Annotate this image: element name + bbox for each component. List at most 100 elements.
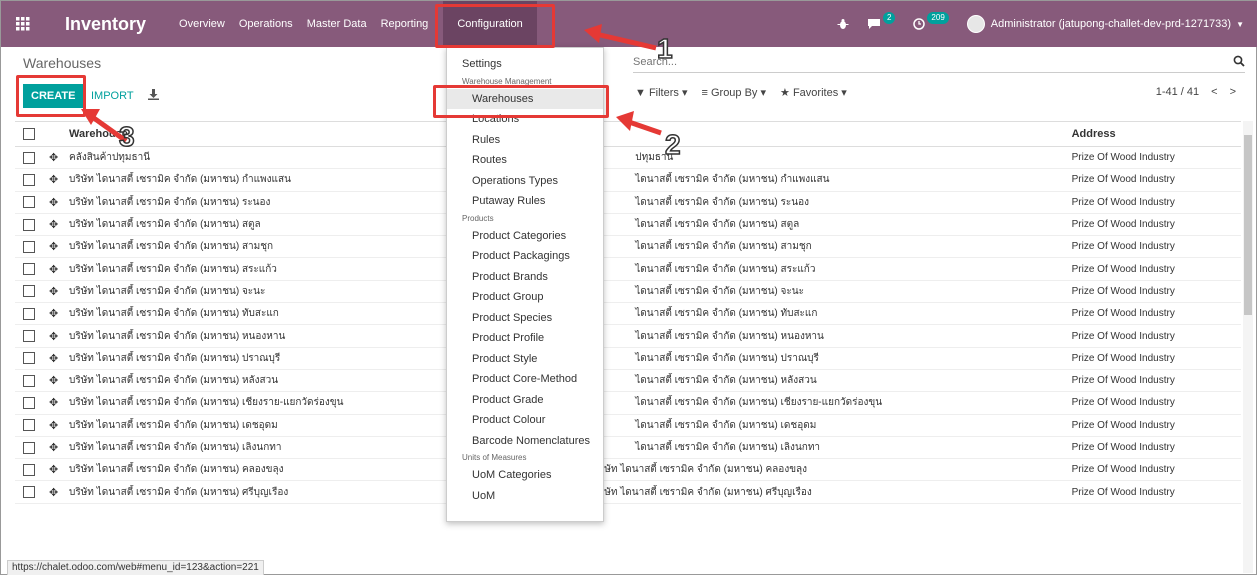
- row-checkbox[interactable]: [23, 352, 35, 365]
- menu-product-species[interactable]: Product Species: [447, 308, 603, 329]
- import-button[interactable]: IMPORT: [91, 84, 134, 108]
- groupby-dropdown[interactable]: ≡ Group By ▾: [701, 86, 766, 99]
- table-row[interactable]: ✥ บริษัท ไดนาสตี้ เซรามิค จำกัด (มหาชน) ท…: [15, 303, 1241, 326]
- row-checkbox[interactable]: [23, 441, 35, 454]
- pager-value[interactable]: 1-41 / 41: [1156, 86, 1199, 98]
- drag-handle-icon[interactable]: ✥: [49, 151, 61, 164]
- table-row[interactable]: ✥ บริษัท ไดนาสตี้ เซรามิค จำกัด (มหาชน) ห…: [15, 370, 1241, 393]
- row-checkbox[interactable]: [23, 151, 35, 164]
- menu-product-profile[interactable]: Product Profile: [447, 328, 603, 349]
- chevron-left-icon[interactable]: <: [1211, 86, 1217, 98]
- row-checkbox[interactable]: [23, 285, 35, 298]
- select-all-checkbox[interactable]: [23, 128, 35, 140]
- address-cell: Prize Of Wood Industry: [1071, 419, 1175, 431]
- debug-bug-icon[interactable]: [837, 18, 849, 30]
- menu-rules[interactable]: Rules: [447, 130, 603, 151]
- menu-product-group[interactable]: Product Group: [447, 287, 603, 308]
- row-checkbox[interactable]: [23, 240, 35, 253]
- drag-handle-icon[interactable]: ✥: [49, 173, 61, 186]
- row-checkbox[interactable]: [23, 196, 35, 209]
- table-row[interactable]: ✥ บริษัท ไดนาสตี้ เซรามิค จำกัด (มหาชน) ร…: [15, 192, 1241, 214]
- warehouse-name: บริษัท ไดนาสตี้ เซรามิค จำกัด (มหาชน) สร…: [69, 263, 277, 275]
- activity-clock-icon[interactable]: 209: [913, 12, 949, 30]
- drag-handle-icon[interactable]: ✥: [49, 330, 61, 343]
- avatar: [966, 15, 985, 33]
- table-row[interactable]: ✥ คลังสินค้าปทุมธานี ปทุมธานี Prize Of Wood…: [15, 147, 1241, 170]
- menu-product-packagings[interactable]: Product Packagings: [447, 246, 603, 267]
- drag-handle-icon[interactable]: ✥: [49, 240, 61, 253]
- menu-putaway-rules[interactable]: Putaway Rules: [447, 191, 603, 212]
- drag-handle-icon[interactable]: ✥: [49, 374, 61, 387]
- app-title[interactable]: Inventory: [65, 14, 146, 35]
- filters-dropdown[interactable]: ▼ Filters ▾: [635, 86, 687, 99]
- drag-handle-icon[interactable]: ✥: [49, 463, 61, 476]
- download-icon[interactable]: [148, 89, 159, 103]
- menu-barcode-nomenclatures[interactable]: Barcode Nomenclatures: [447, 431, 603, 452]
- row-checkbox[interactable]: [23, 263, 35, 276]
- menu-uom[interactable]: UoM: [447, 486, 603, 507]
- annotation-number-1: 1: [656, 32, 673, 65]
- menu-uom-categories[interactable]: UoM Categories: [447, 465, 603, 486]
- search-icon[interactable]: [1233, 55, 1245, 70]
- warehouse-name: บริษัท ไดนาสตี้ เซรามิค จำกัด (มหาชน) หน…: [69, 330, 286, 342]
- address-cell: Prize Of Wood Industry: [1071, 196, 1175, 208]
- row-checkbox[interactable]: [23, 307, 35, 320]
- favorites-dropdown[interactable]: ★ Favorites ▾: [780, 86, 847, 99]
- menu-product-categories[interactable]: Product Categories: [447, 226, 603, 247]
- row-checkbox[interactable]: [23, 463, 35, 476]
- table-row[interactable]: ✥ บริษัท ไดนาสตี้ เซรามิค จำกัด (มหาชน) ส…: [15, 236, 1241, 259]
- drag-handle-icon[interactable]: ✥: [49, 419, 61, 432]
- messages-icon[interactable]: 2: [867, 12, 896, 30]
- drag-handle-icon[interactable]: ✥: [49, 285, 61, 298]
- user-menu[interactable]: Administrator (jatupong-challet-dev-prd-…: [966, 15, 1244, 33]
- row-checkbox[interactable]: [23, 330, 35, 343]
- drag-handle-icon[interactable]: ✥: [49, 218, 61, 231]
- menu-reporting[interactable]: Reporting: [374, 1, 436, 47]
- table-row[interactable]: ✥ บริษัท ไดนาสตี้ เซรามิค จำกัด (มหาชน) ก…: [15, 169, 1241, 192]
- row-checkbox[interactable]: [23, 218, 35, 231]
- row-checkbox[interactable]: [23, 396, 35, 409]
- warehouse-list: Warehouse Address ✥ คลังสินค้าปทุมธานี ปทุ…: [15, 121, 1241, 504]
- menu-product-core-method[interactable]: Product Core-Method: [447, 369, 603, 390]
- table-row[interactable]: ✥ บริษัท ไดนาสตี้ เซรามิค จำกัด (มหาชน) ส…: [15, 214, 1241, 237]
- menu-product-style[interactable]: Product Style: [447, 349, 603, 370]
- search-input[interactable]: [633, 53, 1213, 71]
- table-row[interactable]: ✥ บริษัท ไดนาสตี้ เซรามิค จำกัด (มหาชน) ค…: [15, 459, 1241, 482]
- menu-overview[interactable]: Overview: [172, 1, 232, 47]
- chevron-right-icon[interactable]: >: [1230, 86, 1236, 98]
- menu-master-data[interactable]: Master Data: [300, 1, 374, 47]
- menu-settings[interactable]: Settings: [447, 54, 603, 75]
- drag-handle-icon[interactable]: ✥: [49, 486, 61, 499]
- table-row[interactable]: ✥ บริษัท ไดนาสตี้ เซรามิค จำกัด (มหาชน) เ…: [15, 437, 1241, 460]
- drag-handle-icon[interactable]: ✥: [49, 352, 61, 365]
- scrollbar-thumb[interactable]: [1244, 135, 1252, 315]
- row-checkbox[interactable]: [23, 419, 35, 432]
- table-row[interactable]: ✥ บริษัท ไดนาสตี้ เซรามิค จำกัด (มหาชน) เ…: [15, 415, 1241, 437]
- table-row[interactable]: ✥ บริษัท ไดนาสตี้ เซรามิค จำกัด (มหาชน) ป…: [15, 348, 1241, 370]
- menu-product-brands[interactable]: Product Brands: [447, 267, 603, 288]
- table-row[interactable]: ✥ บริษัท ไดนาสตี้ เซรามิค จำกัด (มหาชน) เ…: [15, 392, 1241, 415]
- drag-handle-icon[interactable]: ✥: [49, 196, 61, 209]
- drag-handle-icon[interactable]: ✥: [49, 441, 61, 454]
- menu-product-grade[interactable]: Product Grade: [447, 390, 603, 411]
- menu-product-colour[interactable]: Product Colour: [447, 410, 603, 431]
- apps-menu-icon[interactable]: [1, 1, 45, 47]
- row-checkbox[interactable]: [23, 374, 35, 387]
- table-row[interactable]: ✥ บริษัท ไดนาสตี้ เซรามิค จำกัด (มหาชน) ส…: [15, 258, 1241, 281]
- menu-operations-types[interactable]: Operations Types: [447, 171, 603, 192]
- warehouse-name: บริษัท ไดนาสตี้ เซรามิค จำกัด (มหาชน) จะ…: [69, 285, 266, 297]
- row-checkbox[interactable]: [23, 486, 35, 499]
- drag-handle-icon[interactable]: ✥: [49, 263, 61, 276]
- table-row[interactable]: ✥ บริษัท ไดนาสตี้ เซรามิค จำกัด (มหาชน) จ…: [15, 281, 1241, 304]
- menu-operations[interactable]: Operations: [232, 1, 300, 47]
- drag-handle-icon[interactable]: ✥: [49, 396, 61, 409]
- menu-routes[interactable]: Routes: [447, 150, 603, 171]
- drag-handle-icon[interactable]: ✥: [49, 307, 61, 320]
- table-row[interactable]: ✥ บริษัท ไดนาสตี้ เซรามิค จำกัด (มหาชน) ห…: [15, 325, 1241, 348]
- table-row[interactable]: ✥ บริษัท ไดนาสตี้ เซรามิค จำกัด (มหาชน) ศ…: [15, 481, 1241, 504]
- warehouse-name: บริษัท ไดนาสตี้ เซรามิค จำกัด (มหาชน) เด…: [69, 419, 278, 431]
- address-cell: Prize Of Wood Industry: [1071, 285, 1175, 297]
- column-address[interactable]: Address: [1072, 128, 1241, 140]
- row-checkbox[interactable]: [23, 173, 35, 186]
- user-name: Administrator (jatupong-challet-dev-prd-…: [990, 18, 1232, 30]
